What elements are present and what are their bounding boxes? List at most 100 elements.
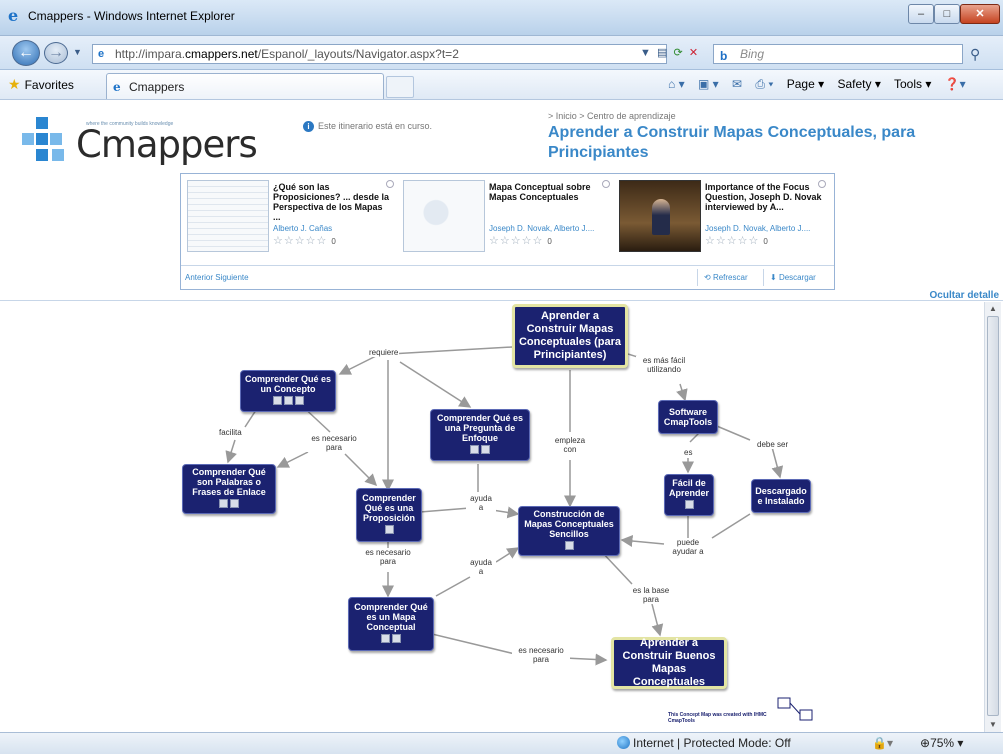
link-phrase[interactable]: es (683, 448, 694, 457)
compatibility-icon[interactable]: ▤ (657, 47, 667, 59)
address-dropdown-icon[interactable]: ▼ (640, 47, 651, 59)
card-title[interactable]: Importance of the Focus Question, Joseph… (705, 182, 823, 212)
card-title[interactable]: ¿Qué son las Proposiciones? ... desde la… (273, 182, 391, 222)
scroll-thumb[interactable] (987, 316, 999, 716)
home-icon[interactable]: ⌂ ▾ (668, 77, 685, 91)
concept-label: Comprender Qué es un Mapa Conceptual (354, 602, 428, 632)
info-note: i Este itinerario está en curso. (303, 121, 432, 132)
print-icon[interactable]: ⎙ ▾ (755, 77, 773, 91)
select-radio[interactable] (386, 180, 394, 188)
prev-next-links[interactable]: Anterior Siguiente (185, 273, 249, 282)
star-rating[interactable]: ☆☆☆☆☆ 0 (489, 234, 552, 247)
resource-icons[interactable] (684, 500, 695, 512)
concept-node-pregunta[interactable]: Comprender Qué es una Pregunta de Enfoqu… (430, 409, 530, 461)
concept-node-concepto[interactable]: Comprender Qué es un Concepto (240, 370, 336, 412)
forward-button[interactable]: → (44, 42, 68, 64)
star-rating[interactable]: ☆☆☆☆☆ 0 (705, 234, 768, 247)
resource-icons[interactable] (564, 541, 575, 553)
link-phrase[interactable]: facilita (218, 428, 243, 437)
resource-icons[interactable] (218, 499, 240, 511)
card-title[interactable]: Mapa Conceptual sobre Mapas Conceptuales (489, 182, 607, 202)
link-phrase[interactable]: es necesario para (306, 434, 362, 452)
concept-node-mapa[interactable]: Comprender Qué es un Mapa Conceptual (348, 597, 434, 651)
card-author[interactable]: Alberto J. Cañas (273, 224, 332, 233)
url-input[interactable]: e http://impara.cmappers.net/Espanol/_la… (92, 44, 667, 64)
page-title: Aprender a Construir Mapas Conceptuales,… (548, 124, 916, 161)
search-icon[interactable]: ⚲ (970, 46, 980, 63)
concept-node-palabras[interactable]: Comprender Qué son Palabras o Frases de … (182, 464, 276, 514)
close-button[interactable]: ✕ (960, 4, 1000, 24)
maximize-button[interactable]: □ (934, 4, 960, 24)
refresh-button[interactable]: ⟲ Refrescar (697, 269, 754, 286)
logo-square (52, 149, 64, 161)
info-note-text: Este itinerario está en curso. (318, 121, 433, 131)
link-phrase[interactable]: empleza con (548, 436, 592, 454)
page-menu[interactable]: Page ▾ (787, 77, 824, 91)
card-author[interactable]: Joseph D. Novak, Alberto J.... (705, 224, 810, 233)
cmappers-logo[interactable]: where the community builds knowledge Cma… (22, 111, 258, 166)
star-rating[interactable]: ☆☆☆☆☆ 0 (273, 234, 336, 247)
protected-mode-icon[interactable]: 🔒▾ (872, 736, 893, 750)
link-phrase[interactable]: es más fácil utilizando (636, 356, 692, 374)
resource-icons[interactable] (384, 525, 395, 537)
help-icon[interactable]: ❓▾ (945, 77, 966, 91)
url-domain: cmappers.net (185, 47, 258, 61)
mail-icon[interactable]: ✉ (732, 77, 742, 91)
concept-node-main[interactable]: Aprender a Construir Mapas Conceptuales … (512, 304, 628, 368)
scroll-down-icon[interactable]: ▼ (989, 720, 997, 729)
back-button[interactable]: ← (12, 40, 40, 66)
new-tab-button[interactable] (386, 76, 414, 98)
link-phrase[interactable]: ayuda a (466, 494, 496, 512)
select-radio[interactable] (602, 180, 610, 188)
resource-card[interactable]: Mapa Conceptual sobre Mapas Conceptuales… (397, 180, 612, 260)
concept-node-software[interactable]: Software CmapTools (658, 400, 718, 434)
zoom-control[interactable]: ⊕75% ▾ (920, 736, 963, 750)
refresh-label: Refrescar (712, 273, 748, 282)
concept-node-construccion[interactable]: Construcción de Mapas Conceptuales Senci… (518, 506, 620, 556)
cmap-thumbnail[interactable] (403, 180, 485, 252)
cmaptools-logo-icon (777, 697, 813, 721)
search-input[interactable]: b Bing (713, 44, 963, 64)
resource-icons[interactable] (380, 634, 402, 646)
concept-node-descargado[interactable]: Descargado e Instalado (751, 479, 811, 513)
cmap-credit: This Concept Map was created with IHMC C… (668, 712, 767, 724)
feeds-icon[interactable]: ▣ ▾ (698, 77, 719, 91)
hide-details-link[interactable]: Ocultar detalle (930, 290, 999, 301)
concept-label: Comprender Qué es un Concepto (244, 374, 332, 394)
link-phrase[interactable]: es necesario para (360, 548, 416, 566)
video-thumbnail[interactable] (619, 180, 701, 252)
concept-label: Comprender Qué es una Pregunta de Enfoqu… (436, 413, 524, 443)
zoom-level: 75% (930, 736, 955, 750)
select-radio[interactable] (818, 180, 826, 188)
history-dropdown-icon[interactable]: ▼ (73, 47, 82, 57)
link-phrase[interactable]: puede ayudar a (668, 538, 708, 556)
safety-menu[interactable]: Safety ▾ (837, 77, 880, 91)
scroll-up-icon[interactable]: ▲ (989, 304, 997, 313)
vertical-scrollbar[interactable]: ▲ ▼ (984, 302, 1001, 732)
minimize-button[interactable]: – (908, 4, 934, 24)
stop-icon[interactable]: ✕ (689, 47, 698, 59)
download-button[interactable]: ⬇ Descargar (763, 269, 822, 286)
resource-icons[interactable] (272, 396, 305, 408)
concept-node-facil[interactable]: Fácil de Aprender (664, 474, 714, 516)
link-phrase[interactable]: ayuda a (466, 558, 496, 576)
link-phrase[interactable]: es necesario para (512, 646, 570, 664)
resource-card[interactable]: ¿Qué son las Proposiciones? ... desde la… (181, 180, 396, 260)
tools-menu[interactable]: Tools ▾ (894, 77, 931, 91)
link-phrase[interactable]: es la base para (626, 586, 676, 604)
breadcrumb[interactable]: > Inicio > Centro de aprendizaje (548, 111, 676, 121)
link-line (564, 653, 608, 666)
rating-count: 0 (547, 237, 552, 246)
link-phrase[interactable]: debe ser (756, 440, 790, 449)
resource-icons[interactable] (469, 445, 491, 457)
document-thumbnail[interactable] (187, 180, 269, 252)
resource-card[interactable]: Importance of the Focus Question, Joseph… (613, 180, 828, 260)
tab-cmappers[interactable]: e Cmappers (106, 73, 384, 99)
concept-node-proposicion[interactable]: Comprender Qué es una Proposición (356, 488, 422, 542)
concept-node-buenos[interactable]: Aprender a Construir Buenos Mapas Concep… (611, 637, 727, 689)
card-author[interactable]: Joseph D. Novak, Alberto J.... (489, 224, 594, 233)
link-phrase[interactable]: requiere (368, 348, 400, 357)
security-zone[interactable]: Internet | Protected Mode: Off (617, 736, 791, 750)
favorites-button[interactable]: ★ Favorites (8, 76, 74, 93)
refresh-icon[interactable]: ⟳ (674, 47, 683, 59)
